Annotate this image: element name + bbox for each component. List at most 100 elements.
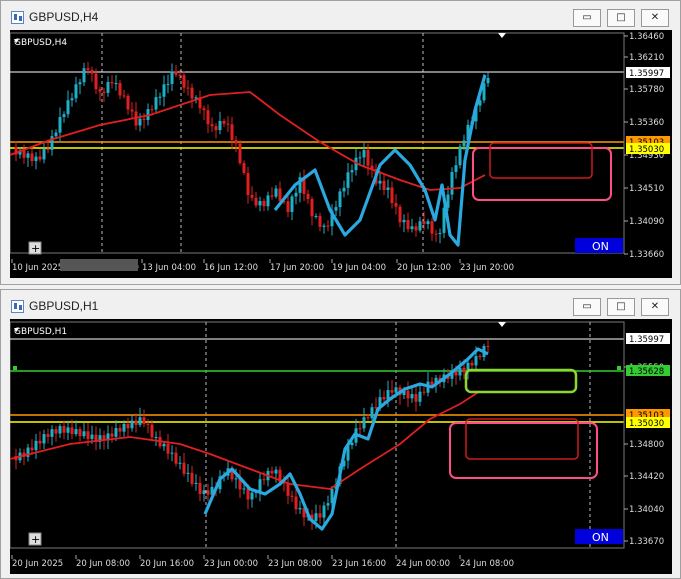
- candle-body: [98, 89, 102, 92]
- candle-body: [390, 390, 394, 393]
- candle-body: [394, 203, 398, 207]
- candle-body: [278, 188, 282, 201]
- zone-box-outer[interactable]: [449, 422, 598, 479]
- chart-label: GBPUSD,H1: [14, 327, 67, 337]
- candle-body: [146, 423, 150, 425]
- candle-body: [50, 429, 54, 437]
- time-tick-label: 20 Jun 12:00: [397, 263, 451, 273]
- level-handle[interactable]: [617, 366, 621, 370]
- on-button-label[interactable]: ON: [592, 531, 609, 544]
- candle-body: [182, 462, 186, 474]
- price-tick-label: 1.35360: [629, 118, 664, 128]
- candle-body: [290, 196, 294, 212]
- zone-box-green[interactable]: [464, 368, 578, 394]
- maximize-button[interactable]: □: [607, 9, 635, 27]
- on-button-label[interactable]: ON: [592, 240, 609, 253]
- candle-body: [294, 192, 298, 197]
- candle-body: [78, 429, 82, 437]
- candle-body: [138, 417, 142, 425]
- candle-body: [310, 199, 314, 217]
- candle-body: [406, 390, 410, 399]
- wave-annotation[interactable]: [203, 347, 489, 531]
- candle-body: [470, 362, 474, 366]
- price-chart[interactable]: GBPUSD,H1 1.355501.348001.344201.340401.…: [10, 319, 672, 574]
- chart-canvas[interactable]: GBPUSD,H4 1.36460 1.36210 1.35780 1.35360 1.…: [10, 30, 672, 278]
- candle-body: [150, 424, 154, 438]
- zone-box-inner[interactable]: [465, 418, 579, 460]
- price-tick-label: 1.33660: [629, 250, 664, 260]
- price-chart[interactable]: GBPUSD,H4 1.36460 1.36210 1.35780 1.35360 1.…: [10, 30, 672, 278]
- minimize-button[interactable]: ▭: [573, 298, 601, 316]
- candle-body: [414, 394, 418, 402]
- candle-body: [202, 108, 206, 111]
- level-handle[interactable]: [13, 366, 17, 370]
- candle-body: [458, 146, 462, 166]
- candle-body: [114, 83, 118, 85]
- shift-marker-icon[interactable]: [498, 322, 506, 327]
- candle-body: [462, 140, 466, 147]
- candle-body: [398, 206, 402, 223]
- wave-annotation[interactable]: [273, 74, 487, 247]
- candle-body: [350, 170, 354, 173]
- candle-body: [58, 117, 62, 133]
- level-value-green: 1.35628: [629, 367, 664, 377]
- candle-body: [110, 433, 114, 437]
- candle-body: [458, 367, 462, 376]
- candle-body: [250, 492, 254, 500]
- window-titlebar[interactable]: GBPUSD,H1 ▭ □ ✕: [1, 290, 680, 320]
- close-button[interactable]: ✕: [641, 298, 669, 316]
- minimize-button[interactable]: ▭: [573, 9, 601, 27]
- window-titlebar[interactable]: GBPUSD,H4 ▭ □ ✕: [1, 1, 680, 31]
- candle-body: [38, 440, 42, 444]
- plus-icon[interactable]: +: [31, 242, 40, 255]
- time-tick-label: 24 Jun 00:00: [396, 559, 450, 569]
- candle-body: [358, 428, 362, 430]
- candle-body: [154, 97, 158, 110]
- candle-body: [178, 74, 182, 76]
- crosshair-time-tag: [60, 259, 138, 271]
- time-tick-label: 20 Jun 2025: [12, 559, 63, 569]
- candle-body: [270, 470, 274, 474]
- candle-body: [394, 387, 398, 393]
- shift-marker-icon[interactable]: [498, 33, 506, 38]
- price-tick-label: 1.36210: [629, 53, 664, 63]
- candle-body: [162, 84, 166, 97]
- candle-body: [190, 87, 194, 99]
- candle-body: [110, 82, 114, 84]
- candle-body: [22, 150, 26, 158]
- plus-icon[interactable]: +: [31, 533, 40, 546]
- candle-body: [202, 490, 206, 494]
- current-price-value: 1.35997: [629, 69, 664, 79]
- candle-body: [66, 100, 70, 115]
- maximize-button[interactable]: □: [607, 298, 635, 316]
- time-tick-label: 23 Jun 08:00: [268, 559, 322, 569]
- candle-body: [70, 98, 74, 101]
- price-tick-label: 1.34510: [629, 184, 664, 194]
- candle-body: [306, 193, 310, 200]
- candle-body: [86, 431, 90, 439]
- candle-body: [386, 187, 390, 190]
- chart-canvas[interactable]: GBPUSD,H1 1.355501.348001.344201.340401.…: [10, 319, 672, 574]
- candle-body: [390, 187, 394, 204]
- candle-body: [162, 443, 166, 447]
- candle-body: [114, 428, 118, 437]
- candle-body: [254, 197, 258, 206]
- close-button[interactable]: ✕: [641, 9, 669, 27]
- candle-body: [82, 68, 86, 83]
- price-tick-label: 1.34040: [629, 505, 664, 515]
- candle-body: [38, 156, 42, 160]
- candle-body: [402, 219, 406, 223]
- candle-body: [174, 71, 178, 75]
- candle-body: [318, 216, 322, 227]
- candle-body: [286, 201, 290, 212]
- candle-body: [66, 427, 70, 433]
- zone-box-outer[interactable]: [472, 147, 612, 201]
- candle-body: [130, 420, 134, 429]
- candle-body: [206, 110, 210, 125]
- candle-body: [326, 503, 330, 506]
- candle-body: [246, 173, 250, 196]
- candle-body: [78, 82, 82, 85]
- chart-window-h1: GBPUSD,H1 ▭ □ ✕ GBPUSD,H1 1.355501.34800…: [0, 289, 681, 579]
- price-tick-label: 1.34800: [629, 440, 664, 450]
- candle-body: [378, 180, 382, 184]
